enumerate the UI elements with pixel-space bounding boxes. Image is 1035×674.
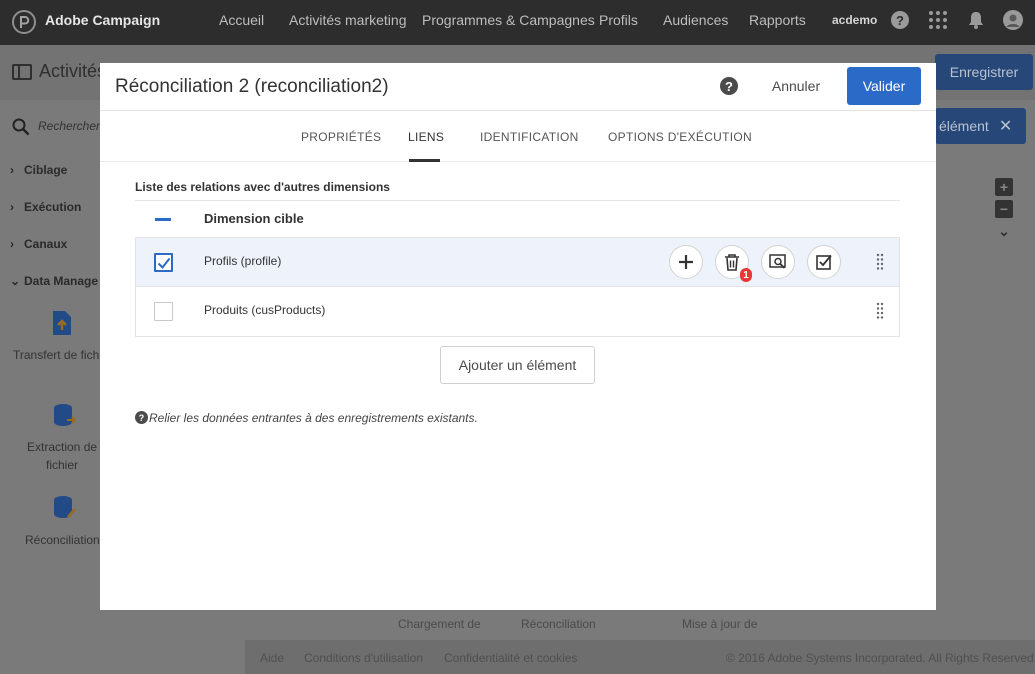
save-button[interactable]: Enregistrer: [935, 54, 1033, 90]
tab-links[interactable]: LIENS: [408, 130, 444, 144]
chevron-right-icon: ›: [10, 200, 14, 214]
footer-link-privacy[interactable]: Confidentialité et cookies: [444, 651, 577, 665]
list-header: Dimension cible: [135, 200, 900, 237]
tab-identification[interactable]: IDENTIFICATION: [480, 130, 579, 144]
nav-reports[interactable]: Rapports: [749, 12, 806, 28]
app-name[interactable]: Adobe Campaign: [45, 12, 160, 28]
list-item[interactable]: Profils (profile) 1: [135, 237, 900, 287]
zoom-in-icon[interactable]: +: [995, 178, 1013, 196]
chevron-down-icon[interactable]: ⌄: [995, 222, 1013, 240]
hint-text: Relier les données entrantes à des enreg…: [149, 411, 478, 425]
list-item[interactable]: Produits (cusProducts): [135, 287, 900, 337]
selection-count-badge: 1: [740, 268, 752, 282]
row-label: Produits (cusProducts): [204, 303, 326, 317]
reconciliation-dialog: Réconciliation 2 (reconciliation2) ? Ann…: [100, 63, 936, 610]
close-icon[interactable]: ✕: [999, 116, 1012, 136]
nav-audiences[interactable]: Audiences: [663, 12, 728, 28]
chevron-right-icon: ›: [10, 237, 14, 251]
category-label: Data Manage: [24, 274, 99, 288]
category-label: Ciblage: [24, 163, 68, 177]
dialog-tabs: PROPRIÉTÉS LIENS IDENTIFICATION OPTIONS …: [100, 112, 936, 162]
validate-button[interactable]: Valider: [847, 67, 921, 105]
help-icon[interactable]: ?: [890, 10, 910, 30]
category-channels[interactable]: › Canaux: [10, 237, 67, 251]
add-element-background-button[interactable]: élément ✕: [935, 108, 1026, 144]
category-targeting[interactable]: › Ciblage: [10, 163, 67, 177]
drag-handle-icon[interactable]: [875, 252, 885, 272]
chevron-right-icon: ›: [10, 163, 14, 177]
preview-search-icon[interactable]: [761, 245, 795, 279]
tile-label: Extraction de: [27, 440, 98, 454]
edit-checkbox-icon[interactable]: [807, 245, 841, 279]
row-checkbox[interactable]: [154, 253, 173, 272]
workflow-node-label: Mise à jour de: [682, 617, 758, 631]
file-extraction-icon[interactable]: [53, 403, 77, 429]
footer-link-help[interactable]: Aide: [260, 651, 284, 665]
deselect-all-minus-icon[interactable]: [155, 218, 171, 221]
notification-bell-icon[interactable]: [966, 10, 986, 30]
top-bar: Adobe Campaign Accueil Activités marketi…: [0, 0, 1035, 45]
tab-execution-options[interactable]: OPTIONS D'EXÉCUTION: [608, 130, 752, 144]
file-transfer-icon[interactable]: [51, 310, 73, 336]
section-label: Liste des relations avec d'autres dimens…: [135, 180, 390, 194]
category-label: Exécution: [24, 200, 82, 214]
add-element-button[interactable]: Ajouter un élément: [440, 346, 595, 384]
tile-label: Réconciliation: [25, 533, 100, 547]
row-label: Profils (profile): [204, 254, 282, 268]
footer-link-terms[interactable]: Conditions d'utilisation: [304, 651, 423, 665]
chevron-down-icon: ⌄: [10, 274, 21, 288]
active-tab-indicator: [409, 159, 440, 162]
workflow-node-label: Chargement de: [398, 617, 481, 631]
footer: Aide Conditions d'utilisation Confidenti…: [245, 640, 1035, 674]
info-icon: ?: [135, 411, 148, 424]
cancel-button[interactable]: Annuler: [762, 67, 830, 105]
tile-label: fichier: [46, 458, 79, 472]
adobe-campaign-logo-icon[interactable]: [12, 10, 36, 34]
search-icon[interactable]: [12, 118, 30, 136]
category-label: Canaux: [24, 237, 68, 251]
footer-copyright: © 2016 Adobe Systems Incorporated. All R…: [726, 651, 1034, 665]
workflow-node-label: Réconciliation: [521, 617, 596, 631]
apps-grid-icon[interactable]: [928, 10, 948, 30]
reconciliation-icon[interactable]: [53, 495, 76, 521]
dialog-title: Réconciliation 2 (reconciliation2): [115, 76, 389, 97]
delete-trash-icon[interactable]: 1: [715, 245, 752, 282]
tile-label: Transfert de fich: [13, 348, 100, 362]
category-execution[interactable]: › Exécution: [10, 200, 81, 214]
user-avatar-icon[interactable]: [1003, 10, 1023, 30]
background-page-title: Activités: [39, 61, 107, 81]
help-icon[interactable]: ?: [720, 77, 738, 95]
dialog-header: Réconciliation 2 (reconciliation2) ? Ann…: [100, 63, 936, 111]
nav-programs-campaigns[interactable]: Programmes & Campagnes: [422, 12, 595, 28]
column-header-target-dimension: Dimension cible: [204, 211, 304, 226]
nav-profiles[interactable]: Profils: [599, 12, 638, 28]
category-data-management[interactable]: ⌄ Data Manage: [10, 274, 98, 288]
tab-properties[interactable]: PROPRIÉTÉS: [301, 130, 381, 144]
activity-search-input[interactable]: Rechercher...: [38, 119, 110, 133]
svg-text:?: ?: [896, 13, 904, 28]
zoom-out-icon[interactable]: −: [995, 200, 1013, 218]
panel-toggle-icon[interactable]: [12, 64, 32, 80]
drag-handle-icon[interactable]: [875, 301, 885, 321]
row-checkbox[interactable]: [154, 302, 173, 321]
add-element-background-label: élément: [939, 118, 989, 134]
nav-home[interactable]: Accueil: [219, 12, 264, 28]
add-icon[interactable]: [669, 245, 703, 279]
user-name[interactable]: acdemo: [832, 13, 877, 27]
nav-marketing-activities[interactable]: Activités marketing: [289, 12, 406, 28]
